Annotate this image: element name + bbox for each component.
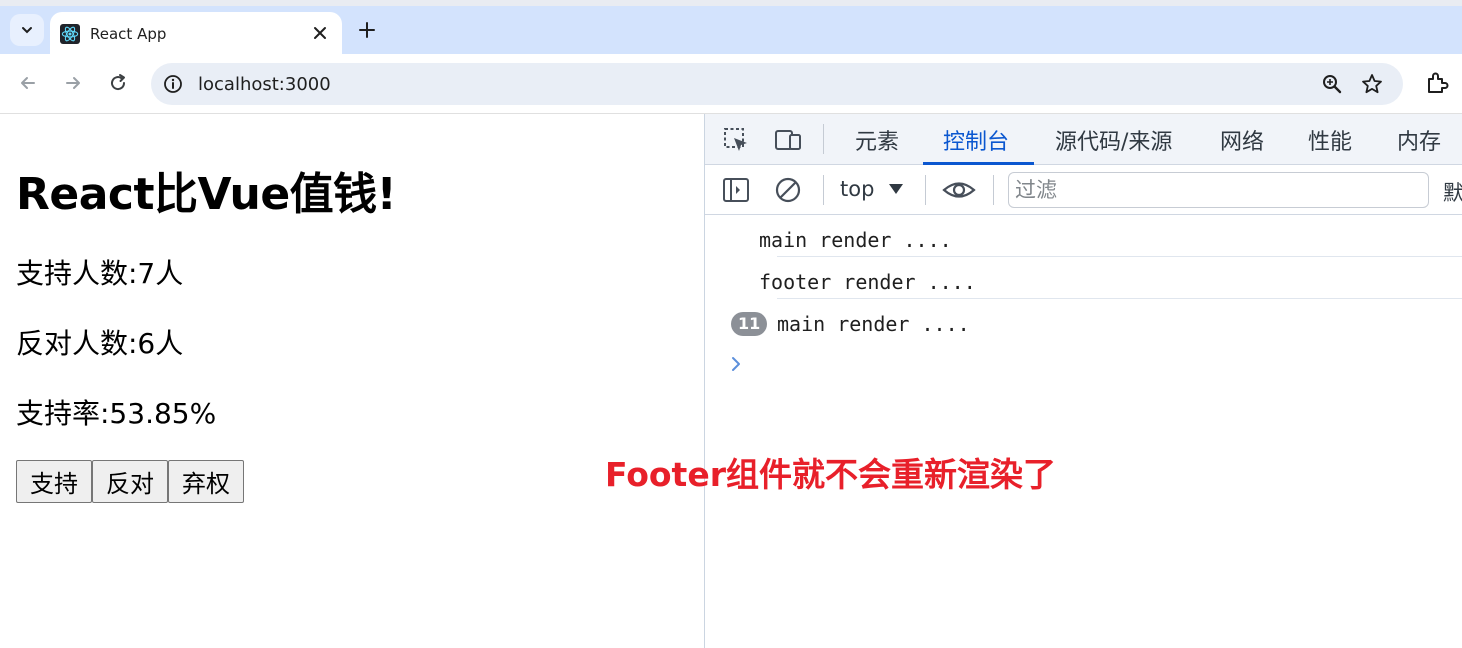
plus-icon bbox=[359, 22, 375, 38]
eye-icon[interactable] bbox=[941, 175, 977, 205]
console-message: main render .... bbox=[705, 215, 1462, 257]
support-rate: 支持率:53.85% bbox=[16, 397, 217, 430]
annotation-text: Footer组件就不会重新渲染了 bbox=[605, 455, 1056, 494]
zoom-icon[interactable] bbox=[1321, 73, 1343, 95]
dropdown-arrow-icon[interactable] bbox=[889, 184, 903, 194]
device-toolbar-icon[interactable] bbox=[773, 125, 803, 155]
close-icon bbox=[314, 27, 326, 39]
react-app-page: React比Vue值钱! 支持人数:7人 反对人数:6人 支持率:53.85% … bbox=[0, 114, 704, 648]
toolbar-divider bbox=[823, 175, 824, 205]
browser-tab[interactable]: React App bbox=[50, 12, 342, 54]
console-message-text: main render .... bbox=[759, 228, 952, 252]
tab-console[interactable]: 控制台 bbox=[943, 124, 1009, 156]
inspect-element-icon[interactable] bbox=[721, 125, 751, 155]
abstain-button[interactable]: 弃权 bbox=[168, 460, 244, 503]
console-toolbar: top 默 bbox=[705, 165, 1462, 215]
new-tab-button[interactable] bbox=[356, 19, 378, 41]
console-filter-input[interactable] bbox=[1008, 172, 1429, 208]
back-button[interactable] bbox=[15, 70, 41, 96]
console-output: main render .... footer render .... 11 m… bbox=[705, 215, 1462, 371]
chevron-down-icon bbox=[22, 27, 32, 34]
console-message-text: main render .... bbox=[777, 312, 970, 336]
tab-bar: React App bbox=[0, 6, 1462, 54]
tab-elements[interactable]: 元素 bbox=[855, 124, 899, 156]
console-message-text: footer render .... bbox=[759, 270, 976, 294]
tab-performance[interactable]: 性能 bbox=[1308, 124, 1352, 156]
reload-button[interactable] bbox=[105, 70, 131, 96]
support-button[interactable]: 支持 bbox=[16, 460, 92, 503]
repeat-count-badge: 11 bbox=[731, 312, 768, 336]
info-icon[interactable] bbox=[163, 74, 183, 94]
close-tab-button[interactable] bbox=[310, 23, 330, 43]
star-icon[interactable] bbox=[1361, 73, 1383, 95]
page-title: React比Vue值钱! bbox=[16, 169, 397, 220]
context-selector[interactable]: top bbox=[840, 177, 874, 201]
console-prompt-icon[interactable] bbox=[729, 355, 743, 373]
browser-toolbar: localhost:3000 bbox=[0, 54, 1462, 114]
toolbar-divider bbox=[823, 124, 824, 154]
arrow-left-icon bbox=[21, 77, 35, 89]
devtools-panel: 元素 控制台 源代码/来源 网络 性能 内存 top 默 main rend bbox=[704, 114, 1462, 648]
tab-sources[interactable]: 源代码/来源 bbox=[1055, 124, 1172, 156]
forward-button[interactable] bbox=[60, 70, 86, 96]
url-text[interactable]: localhost:3000 bbox=[198, 74, 331, 95]
tab-search-button[interactable] bbox=[10, 14, 44, 46]
oppose-button[interactable]: 反对 bbox=[92, 460, 168, 503]
console-message: 11 main render .... bbox=[705, 299, 1462, 341]
tab-title: React App bbox=[90, 25, 167, 43]
address-bar[interactable]: localhost:3000 bbox=[151, 63, 1403, 105]
tab-memory[interactable]: 内存 bbox=[1397, 124, 1441, 156]
oppose-count: 反对人数:6人 bbox=[16, 327, 184, 360]
extensions-icon[interactable] bbox=[1424, 70, 1450, 96]
arrow-right-icon bbox=[66, 77, 80, 89]
react-logo-icon bbox=[60, 24, 80, 44]
console-message: footer render .... bbox=[705, 257, 1462, 299]
log-levels-dropdown[interactable]: 默 bbox=[1443, 177, 1462, 207]
clear-console-icon[interactable] bbox=[773, 175, 803, 205]
devtools-tab-bar: 元素 控制台 源代码/来源 网络 性能 内存 bbox=[705, 114, 1462, 165]
tab-network[interactable]: 网络 bbox=[1220, 124, 1264, 156]
support-count: 支持人数:7人 bbox=[16, 257, 184, 290]
toolbar-divider bbox=[925, 175, 926, 205]
sidebar-toggle-icon[interactable] bbox=[721, 175, 751, 205]
reload-icon bbox=[111, 74, 126, 91]
vote-buttons: 支持 反对 弃权 bbox=[16, 460, 244, 503]
toolbar-divider bbox=[993, 175, 994, 205]
